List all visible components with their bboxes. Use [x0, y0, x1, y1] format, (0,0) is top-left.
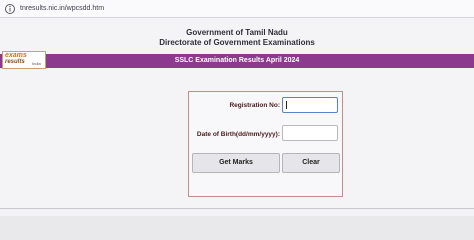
logo[interactable]: exams results India	[2, 51, 46, 69]
url-text[interactable]: tnresults.nic.in/wpcsdd.htm	[20, 3, 104, 15]
site-info-icon[interactable]	[4, 3, 16, 15]
results-form: Registration No: Date of Birth(dd/mm/yyy…	[188, 91, 343, 197]
divider	[0, 208, 474, 209]
page-content: Government of Tamil Nadu Directorate of …	[0, 18, 474, 216]
dob-label: Date of Birth(dd/mm/yyyy):	[196, 131, 280, 138]
banner-title: SSLC Examination Results April 2024	[174, 57, 300, 64]
registration-label: Registration No:	[229, 102, 280, 109]
registration-input[interactable]	[282, 97, 338, 113]
header-government: Government of Tamil Nadu	[186, 28, 288, 37]
header-directorate: Directorate of Government Examinations	[159, 38, 315, 47]
logo-text-sub: India	[32, 61, 41, 66]
logo-text-bottom: results	[5, 59, 25, 65]
dob-input[interactable]	[282, 125, 338, 141]
clear-button[interactable]: Clear	[282, 153, 340, 173]
text-caret	[286, 101, 287, 109]
address-bar[interactable]: tnresults.nic.in/wpcsdd.htm	[0, 0, 474, 18]
get-marks-button[interactable]: Get Marks	[192, 153, 280, 173]
logo-text-top: exams	[5, 52, 27, 59]
results-banner: SSLC Examination Results April 2024	[0, 54, 474, 68]
